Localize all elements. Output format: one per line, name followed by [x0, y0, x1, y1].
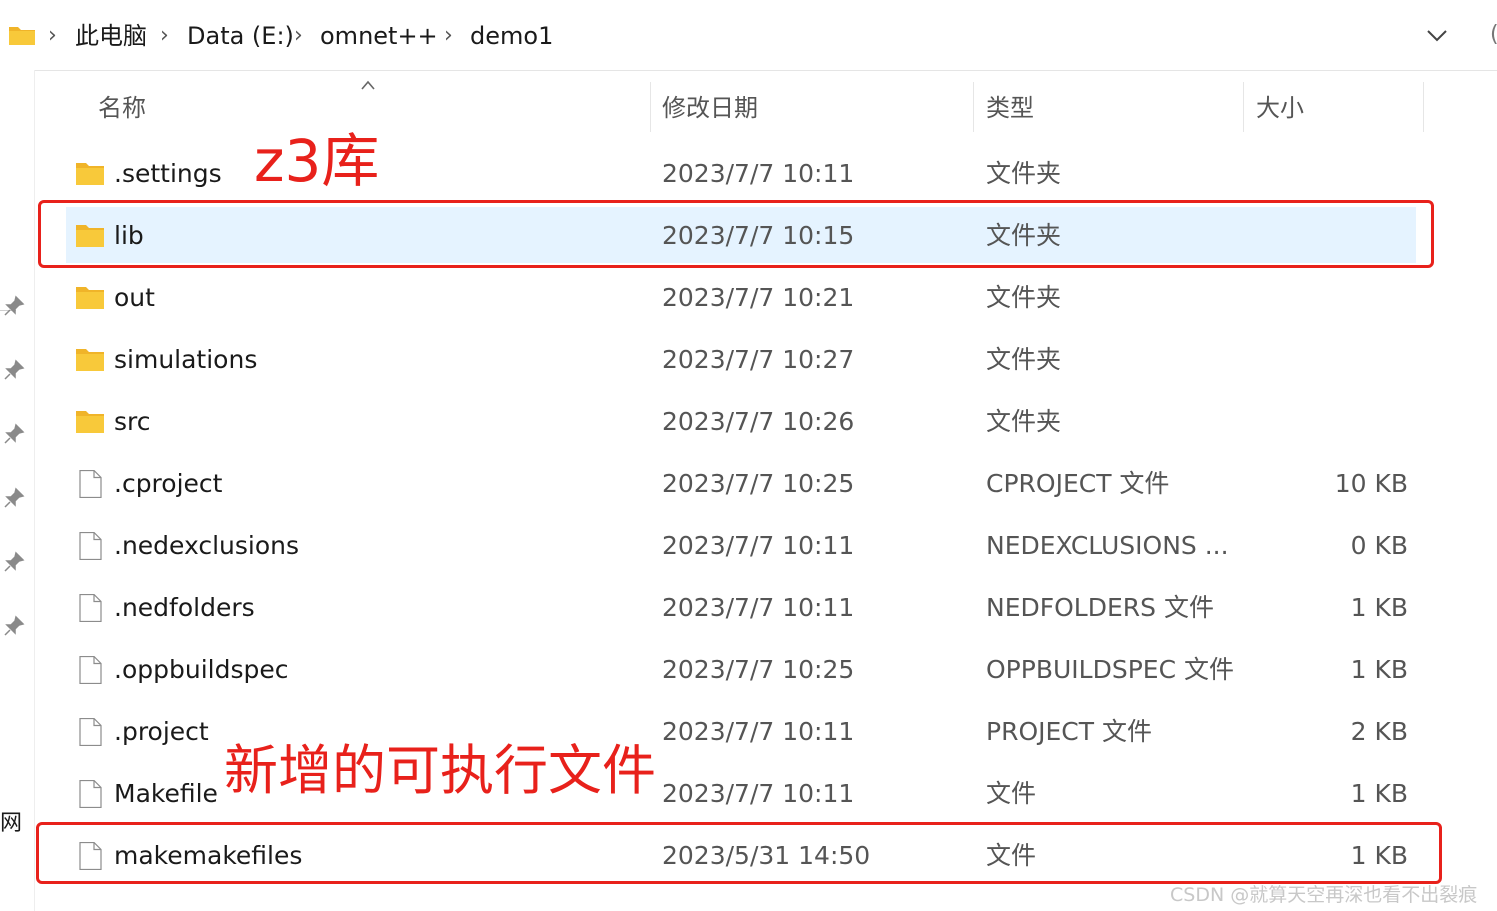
file-size: 2 KB — [1350, 717, 1408, 746]
breadcrumb-data-drive[interactable]: Data (E:) — [187, 18, 294, 54]
folder-icon — [76, 287, 104, 309]
column-header-modified[interactable]: 修改日期 — [662, 90, 758, 126]
pin-icon[interactable] — [3, 423, 25, 445]
watermark: CSDN @就算天空再深也看不出裂痕 — [1170, 884, 1478, 906]
breadcrumb-this-pc[interactable]: 此电脑 — [75, 18, 147, 54]
navigation-pane: 网 — [0, 70, 35, 911]
file-modified-date: 2023/7/7 10:25 — [662, 655, 855, 684]
file-type: NEDFOLDERS 文件 — [986, 593, 1214, 622]
file-size: 10 KB — [1334, 469, 1408, 498]
highlight-box-makemakefiles — [36, 822, 1442, 884]
file-modified-date: 2023/7/7 10:11 — [662, 531, 855, 560]
chevron-down-icon[interactable] — [1424, 24, 1450, 46]
pin-icon[interactable] — [3, 551, 25, 573]
file-modified-date: 2023/7/7 10:11 — [662, 779, 855, 808]
file-type: PROJECT 文件 — [986, 717, 1152, 746]
file-name: simulations — [114, 345, 258, 374]
file-icon — [79, 780, 102, 808]
column-divider[interactable] — [1243, 82, 1244, 132]
breadcrumb-omnet[interactable]: omnet++ — [320, 18, 438, 54]
sort-ascending-icon — [361, 80, 375, 90]
file-row[interactable]: .oppbuildspec 2023/7/7 10:25 OPPBUILDSPEC … — [66, 641, 1416, 697]
file-modified-date: 2023/7/7 10:26 — [662, 407, 855, 436]
file-type: 文件夹 — [986, 159, 1062, 188]
file-size: 1 KB — [1350, 593, 1408, 622]
file-icon — [79, 594, 102, 622]
column-header-size[interactable]: 大小 — [1256, 90, 1304, 126]
file-row[interactable]: .nedexclusions 2023/7/7 10:11 NEDEXCLUSION… — [66, 517, 1416, 573]
breadcrumb-separator: › — [48, 23, 57, 48]
address-bar[interactable]: › 此电脑 › Data (E:) › omnet++ › demo1 ( — [0, 0, 1497, 71]
file-icon — [79, 656, 102, 684]
column-divider[interactable] — [650, 82, 651, 132]
file-icon — [79, 718, 102, 746]
breadcrumb-demo1[interactable]: demo1 — [470, 18, 553, 54]
folder-icon — [76, 349, 104, 371]
column-divider[interactable] — [973, 82, 974, 132]
pin-icon[interactable] — [3, 359, 25, 381]
pin-icon[interactable] — [3, 487, 25, 509]
file-type: 文件夹 — [986, 283, 1062, 312]
file-name: .oppbuildspec — [114, 655, 289, 684]
file-modified-date: 2023/7/7 10:25 — [662, 469, 855, 498]
file-size: 0 KB — [1350, 531, 1408, 560]
file-type: 文件夹 — [986, 345, 1062, 374]
file-type: 文件夹 — [986, 407, 1062, 436]
breadcrumb-separator: › — [160, 23, 169, 48]
file-name: .nedfolders — [114, 593, 255, 622]
annotation-z3-label: z3库 — [254, 127, 380, 195]
folder-icon — [76, 411, 104, 433]
file-modified-date: 2023/7/7 10:11 — [662, 159, 855, 188]
file-name: .cproject — [114, 469, 223, 498]
file-type: OPPBUILDSPEC 文件 — [986, 655, 1234, 684]
file-icon — [79, 532, 102, 560]
file-name: Makefile — [114, 779, 218, 808]
file-modified-date: 2023/7/7 10:11 — [662, 593, 855, 622]
file-size: 1 KB — [1350, 655, 1408, 684]
file-type: 文件 — [986, 779, 1037, 808]
breadcrumb-separator: › — [444, 23, 453, 48]
file-name: src — [114, 407, 151, 436]
annotation-exec-label: 新增的可执行文件 — [224, 739, 656, 802]
file-row[interactable]: simulations 2023/7/7 10:27 文件夹 — [66, 331, 1416, 387]
column-header-name[interactable]: 名称 — [98, 90, 146, 126]
refresh-icon[interactable]: ( — [1490, 22, 1497, 47]
pin-icon[interactable] — [3, 295, 25, 317]
file-name: out — [114, 283, 155, 312]
file-modified-date: 2023/7/7 10:11 — [662, 717, 855, 746]
file-name: .project — [114, 717, 209, 746]
file-row[interactable]: .nedfolders 2023/7/7 10:11 NEDFOLDERS 文件 1 … — [66, 579, 1416, 635]
column-header-type[interactable]: 类型 — [986, 90, 1034, 126]
file-row[interactable]: out 2023/7/7 10:21 文件夹 — [66, 269, 1416, 325]
nav-item-network-label[interactable]: 网 — [0, 805, 22, 837]
column-divider[interactable] — [1423, 82, 1424, 132]
highlight-box-lib — [38, 200, 1434, 268]
file-type: NEDEXCLUSIONS ... — [986, 531, 1229, 560]
file-name: .settings — [114, 159, 222, 188]
file-size: 1 KB — [1350, 779, 1408, 808]
file-icon — [79, 470, 102, 498]
pin-icon[interactable] — [3, 615, 25, 637]
folder-icon — [76, 163, 104, 185]
file-name: .nedexclusions — [114, 531, 300, 560]
breadcrumb-separator: › — [294, 23, 303, 48]
file-type: CPROJECT 文件 — [986, 469, 1170, 498]
folder-icon — [9, 27, 35, 45]
file-row[interactable]: src 2023/7/7 10:26 文件夹 — [66, 393, 1416, 449]
file-modified-date: 2023/7/7 10:21 — [662, 283, 855, 312]
file-modified-date: 2023/7/7 10:27 — [662, 345, 855, 374]
file-row[interactable]: .cproject 2023/7/7 10:25 CPROJECT 文件 10 KB — [66, 455, 1416, 511]
